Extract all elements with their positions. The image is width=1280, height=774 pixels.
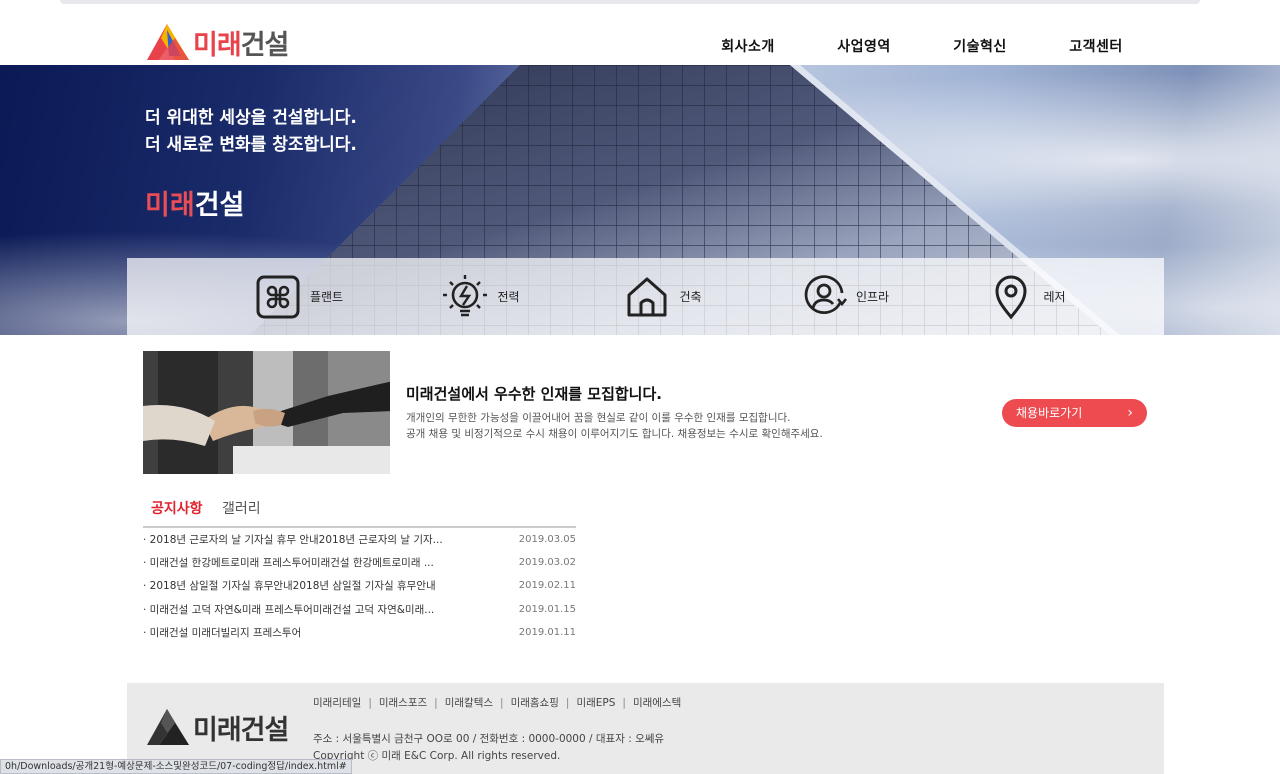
hero-banner: 더 위대한 세상을 건설합니다. 더 새로운 변화를 창조합니다. 미래건설 플… — [0, 65, 1280, 335]
business-label: 레저 — [1043, 290, 1066, 304]
hero-slogan-line2: 더 새로운 변화를 창조합니다. — [145, 135, 357, 155]
notice-list: · 2018년 근로자의 날 기자실 휴무 안내2018년 근로자의 날 기자.… — [143, 532, 576, 648]
notice-date: 2019.01.15 — [518, 603, 576, 615]
browser-status-bar: 0h/Downloads/공개21형-예상문제-소스및완성코드/07-codin… — [0, 759, 352, 774]
business-label: 건축 — [679, 290, 702, 304]
logo-triangle-icon — [147, 24, 189, 60]
business-label: 플랜트 — [309, 290, 344, 304]
list-item[interactable]: · 2018년 삼일절 기자실 휴무안내2018년 삼일절 기자실 휴무안내 20… — [143, 578, 576, 601]
board-tabs: 공지사항 갤러리 — [143, 498, 576, 528]
business-label: 인프라 — [855, 290, 890, 304]
list-item[interactable]: · 미래건설 고덕 자연&미래 프레스투어미래건설 고덕 자연&미래... 201… — [143, 602, 576, 625]
footer-link[interactable]: 미래칼텍스 — [445, 697, 493, 709]
list-item[interactable]: · 2018년 근로자의 날 기자실 휴무 안내2018년 근로자의 날 기자.… — [143, 532, 576, 555]
notice-date: 2019.01.11 — [518, 626, 576, 638]
tab-gallery[interactable]: 갤러리 — [222, 498, 261, 518]
notice-date: 2019.03.05 — [518, 534, 576, 545]
recruit-desc-line1: 개개인의 무한한 가능성을 이끌어내어 꿈을 현실로 같이 이룰 우수한 인재를… — [406, 412, 791, 424]
hero-brand-red: 미래 — [145, 190, 195, 221]
recruit-button-label: 채용바로가기 — [1016, 406, 1083, 420]
notice-title: · 미래건설 고덕 자연&미래 프레스투어미래건설 고덕 자연&미래... — [143, 603, 435, 616]
hero-brand: 미래건설 — [145, 183, 244, 222]
chevron-right-icon: › — [1127, 405, 1133, 421]
business-architecture[interactable]: 건축 — [569, 258, 756, 335]
notice-title: · 2018년 삼일절 기자실 휴무안내2018년 삼일절 기자실 휴무안내 — [143, 580, 436, 593]
nav-company[interactable]: 회사소개 — [690, 36, 806, 56]
handshake-image — [143, 351, 390, 474]
lightbulb-icon — [443, 274, 488, 316]
footer-link[interactable]: 미래EPS — [576, 697, 615, 709]
main-nav: 회사소개 사업영역 기술혁신 고객센터 — [690, 36, 1154, 56]
business-infra[interactable]: 인프라 — [751, 258, 938, 335]
notice-date: 2019.02.11 — [518, 580, 576, 592]
footer-logo-text: 미래건설 — [193, 714, 289, 746]
business-area-bar: 플랜트 전력 건축 인프라 레저 — [127, 258, 1164, 335]
hero-slogan-line1: 더 위대한 세상을 건설합니다. — [145, 108, 357, 128]
list-item[interactable]: · 미래건설 미래더빌리지 프레스투어 2019.01.11 — [143, 625, 576, 648]
site-logo[interactable]: 미래건설 — [145, 22, 290, 62]
logo-triangle-icon — [147, 709, 189, 745]
site-header: 미래건설 회사소개 사업영역 기술혁신 고객센터 — [0, 8, 1280, 65]
nav-technology[interactable]: 기술혁신 — [922, 36, 1038, 56]
notice-date: 2019.03.02 — [518, 557, 576, 569]
hero-brand-white: 건설 — [194, 190, 245, 221]
logo-text-red: 미래 — [193, 29, 242, 61]
logo-text-gray: 건설 — [240, 29, 290, 61]
footer-link[interactable]: 미래에스텍 — [633, 697, 681, 709]
tab-notice[interactable]: 공지사항 — [151, 498, 203, 518]
footer-link[interactable]: 미래홈쇼핑 — [511, 697, 559, 709]
notice-title: · 2018년 근로자의 날 기자실 휴무 안내2018년 근로자의 날 기자.… — [143, 534, 443, 546]
location-pin-icon — [995, 275, 1027, 319]
recruit-description: 개개인의 무한한 가능성을 이끌어내어 꿈을 현실로 같이 이룰 우수한 인재를… — [406, 410, 823, 442]
recruit-desc-line2: 공개 채용 및 비정기적으로 수시 채용이 이루어지기도 합니다. 채용정보는 … — [406, 428, 823, 440]
business-power[interactable]: 전력 — [387, 258, 574, 335]
footer-link[interactable]: 미래스포즈 — [379, 697, 427, 709]
footer-link[interactable]: 미래리테일 — [313, 697, 361, 709]
business-leisure[interactable]: 레저 — [933, 258, 1120, 335]
business-plant[interactable]: 플랜트 — [205, 258, 392, 335]
browser-address-edge — [60, 0, 1200, 4]
list-item[interactable]: · 미래건설 한강메트로미래 프레스투어미래건설 한강메트로미래 ... 2019… — [143, 555, 576, 578]
nav-customer-center[interactable]: 고객센터 — [1038, 36, 1154, 56]
home-icon — [627, 277, 667, 316]
footer-logo[interactable]: 미래건설 — [145, 707, 289, 747]
browser-top-strip — [0, 0, 1280, 8]
recruit-go-button[interactable]: 채용바로가기 › — [1002, 399, 1147, 427]
hero-slogan: 더 위대한 세상을 건설합니다. 더 새로운 변화를 창조합니다. — [145, 105, 357, 159]
command-icon — [256, 275, 300, 318]
notice-title: · 미래건설 미래더빌리지 프레스투어 — [143, 626, 302, 639]
nav-business[interactable]: 사업영역 — [806, 36, 922, 56]
business-label: 전력 — [497, 290, 520, 304]
notice-title: · 미래건설 한강메트로미래 프레스투어미래건설 한강메트로미래 ... — [143, 557, 434, 570]
recruit-title: 미래건설에서 우수한 인재를 모집합니다. — [406, 385, 662, 403]
family-site-links: 미래리테일 | 미래스포즈 | 미래칼텍스 | 미래홈쇼핑 | 미래EPS | 미래에스텍 — [313, 697, 682, 709]
user-circle-icon — [804, 274, 847, 314]
footer-address: 주소 : 서울특별시 금천구 OO로 00 / 전화번호 : 0000-0000… — [313, 733, 665, 745]
